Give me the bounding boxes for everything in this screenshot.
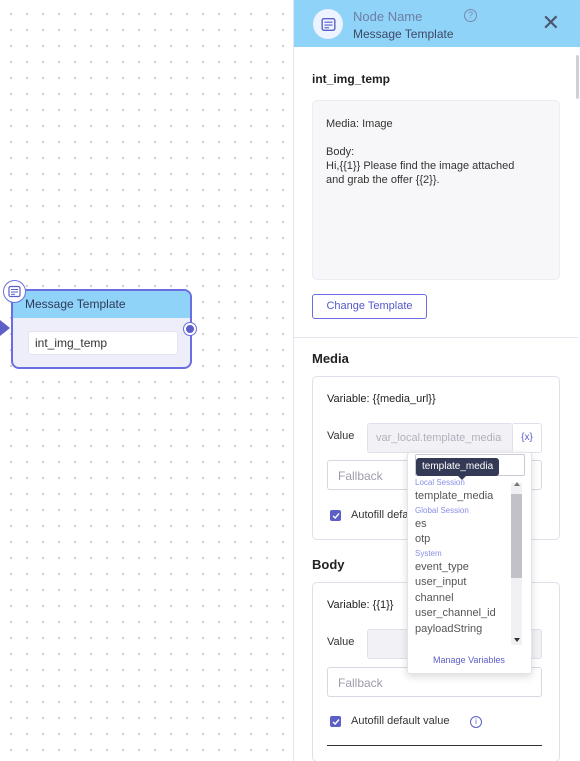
- variable-list: Local Session template_media Global Sess…: [415, 477, 515, 637]
- message-template-icon: [313, 9, 343, 39]
- template-preview: Media: Image Body: Hi,{{1}} Please find …: [312, 100, 560, 280]
- node-template-field: int_img_temp: [28, 331, 178, 355]
- body-autofill-label: Autofill default value: [351, 715, 450, 727]
- flow-canvas[interactable]: Message Template int_img_temp: [0, 0, 293, 761]
- media-value-input[interactable]: var_local.template_media: [367, 423, 513, 453]
- manage-variables-link[interactable]: Manage Variables: [408, 655, 530, 665]
- variable-item[interactable]: event_type: [415, 560, 515, 576]
- panel-scrollbar[interactable]: [576, 55, 579, 99]
- help-icon[interactable]: ?: [464, 9, 477, 22]
- node-title: Message Template: [13, 291, 190, 318]
- variable-item[interactable]: user_input: [415, 575, 515, 591]
- scroll-up-icon[interactable]: [514, 482, 520, 486]
- body-value-label: Value: [327, 636, 355, 648]
- variable-item[interactable]: es: [415, 517, 515, 533]
- group-global-session: Global Session: [415, 505, 469, 515]
- variable-item[interactable]: template_media: [415, 489, 515, 505]
- variable-item[interactable]: channel: [415, 591, 515, 607]
- group-system: System: [415, 548, 442, 558]
- variable-dropdown[interactable]: Local Session template_media Global Sess…: [407, 452, 532, 674]
- media-section-title: Media: [312, 351, 349, 366]
- node-name-label[interactable]: Node Name: [353, 9, 422, 24]
- body-label: Body:: [326, 146, 355, 158]
- close-icon[interactable]: ✕: [542, 12, 560, 34]
- checkbox-checked-icon[interactable]: [330, 716, 341, 727]
- scroll-down-icon[interactable]: [514, 638, 520, 642]
- body-section-title: Body: [312, 557, 345, 572]
- search-tooltip: template_media: [416, 458, 500, 476]
- body-variable-line: Variable: {{1}}: [327, 599, 394, 611]
- dropdown-scroll-thumb[interactable]: [511, 494, 522, 578]
- info-icon[interactable]: i: [470, 716, 482, 728]
- section-divider: [294, 337, 578, 338]
- message-template-icon: [3, 280, 26, 303]
- node-name-value[interactable]: Message Template: [353, 27, 454, 41]
- variable-item[interactable]: user_channel_id: [415, 606, 515, 622]
- body-line-2: and grab the offer {{2}}.: [326, 174, 440, 186]
- variable-item[interactable]: otp: [415, 532, 515, 548]
- input-port-arrow[interactable]: [0, 320, 10, 336]
- body-line-1: Hi,{{1}} Please find the image attached: [326, 160, 515, 172]
- media-label: Media:: [326, 118, 360, 130]
- output-port[interactable]: [184, 323, 196, 335]
- message-template-node[interactable]: Message Template int_img_temp: [11, 289, 192, 369]
- checkbox-checked-icon[interactable]: [330, 510, 341, 521]
- panel-header: Node Name ? Message Template ✕: [294, 0, 580, 47]
- tooltip-arrow: [458, 476, 466, 480]
- media-variable-line: Variable: {{media_url}}: [327, 393, 436, 405]
- variable-item[interactable]: payloadString: [415, 622, 515, 638]
- media-value-label: Value: [327, 430, 355, 442]
- template-name: int_img_temp: [312, 72, 391, 86]
- media-value: Image: [362, 118, 393, 130]
- body-field-underline: [327, 745, 542, 746]
- change-template-button[interactable]: Change Template: [312, 294, 427, 319]
- variable-picker-button[interactable]: {x}: [513, 423, 542, 453]
